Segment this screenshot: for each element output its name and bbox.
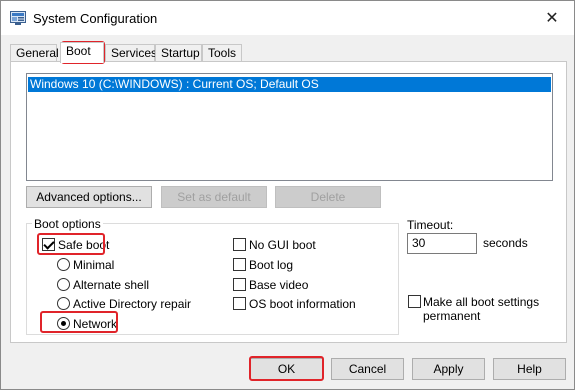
- network-label: Network: [73, 317, 118, 331]
- timeout-unit-label: seconds: [483, 236, 528, 250]
- active-directory-repair-label: Active Directory repair: [73, 297, 192, 311]
- advanced-options-button[interactable]: Advanced options...: [26, 186, 152, 208]
- delete-button[interactable]: Delete: [275, 186, 381, 208]
- make-permanent-checkbox[interactable]: [408, 295, 421, 308]
- no-gui-boot-checkbox[interactable]: [233, 238, 246, 251]
- alternate-shell-radio[interactable]: [57, 278, 70, 291]
- window-title: System Configuration: [33, 11, 158, 26]
- tab-startup[interactable]: Startup: [155, 44, 202, 62]
- timeout-label: Timeout:: [407, 218, 454, 232]
- tab-tools[interactable]: Tools: [202, 44, 242, 62]
- os-boot-information-checkbox[interactable]: [233, 297, 246, 310]
- os-list[interactable]: Windows 10 (C:\WINDOWS) : Current OS; De…: [26, 73, 553, 181]
- apply-button[interactable]: Apply: [412, 358, 485, 380]
- os-boot-information-label: OS boot information: [249, 297, 356, 311]
- network-radio[interactable]: [57, 317, 70, 330]
- tab-general[interactable]: General: [10, 44, 59, 62]
- make-permanent-label: Make all boot settings permanent: [423, 295, 540, 323]
- system-configuration-icon: [10, 11, 26, 25]
- title-bar: System Configuration ✕: [1, 1, 574, 35]
- safe-boot-label: Safe boot: [58, 238, 110, 252]
- os-list-item-selected[interactable]: Windows 10 (C:\WINDOWS) : Current OS; De…: [28, 77, 551, 92]
- boot-log-label: Boot log: [249, 258, 294, 272]
- base-video-label: Base video: [249, 278, 309, 292]
- set-as-default-button[interactable]: Set as default: [161, 186, 267, 208]
- alternate-shell-label: Alternate shell: [73, 278, 150, 292]
- close-button[interactable]: ✕: [530, 1, 574, 35]
- active-directory-repair-radio[interactable]: [57, 297, 70, 310]
- no-gui-boot-label: No GUI boot: [249, 238, 316, 252]
- ok-button[interactable]: OK: [250, 358, 323, 380]
- safe-boot-checkbox[interactable]: [42, 238, 55, 251]
- minimal-label: Minimal: [73, 258, 115, 272]
- close-icon: ✕: [545, 10, 559, 27]
- boot-options-label: Boot options: [32, 217, 103, 231]
- tab-services[interactable]: Services: [105, 44, 157, 62]
- minimal-radio[interactable]: [57, 258, 70, 271]
- timeout-input[interactable]: 30: [407, 233, 477, 254]
- boot-tab-panel: Windows 10 (C:\WINDOWS) : Current OS; De…: [10, 61, 567, 343]
- help-button[interactable]: Help: [493, 358, 566, 380]
- boot-log-checkbox[interactable]: [233, 258, 246, 271]
- system-configuration-window: System Configuration ✕ General Boot Serv…: [0, 0, 575, 390]
- base-video-checkbox[interactable]: [233, 278, 246, 291]
- tab-boot[interactable]: Boot: [60, 42, 104, 63]
- cancel-button[interactable]: Cancel: [331, 358, 404, 380]
